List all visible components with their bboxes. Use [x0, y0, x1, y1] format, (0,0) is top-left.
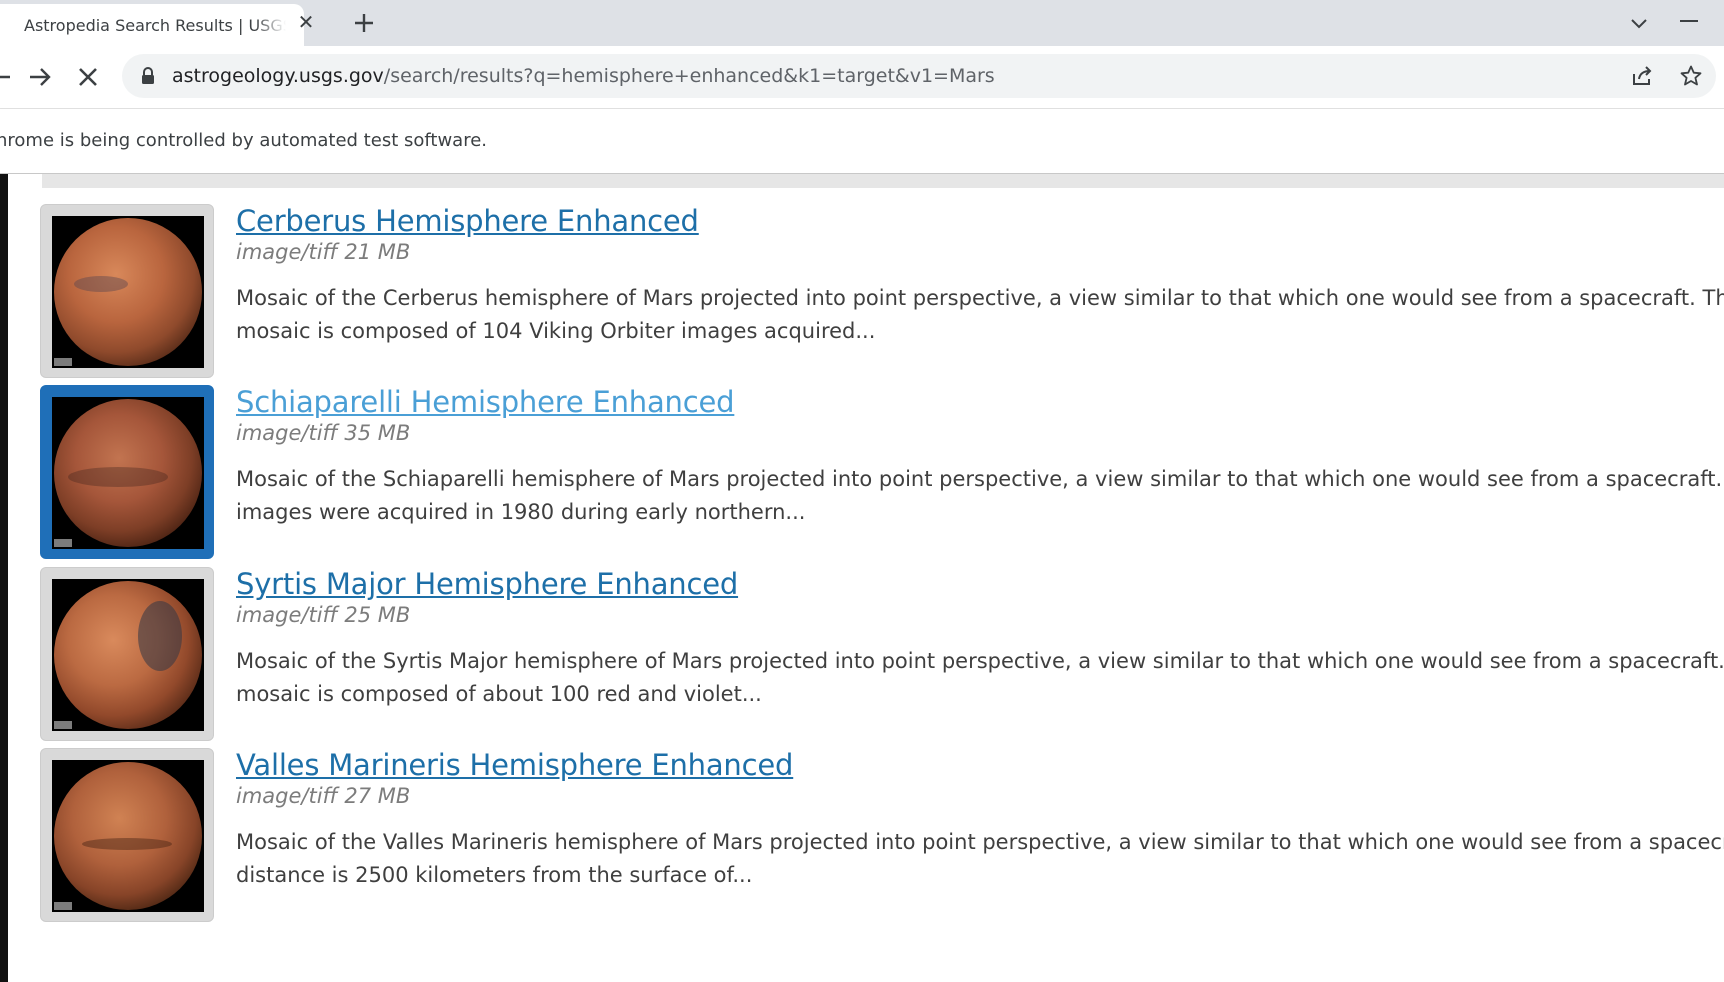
- result-title-link[interactable]: Syrtis Major Hemisphere Enhanced: [236, 567, 738, 601]
- tab-strip: Astropedia Search Results | USGS ✕: [0, 0, 1724, 46]
- mars-hemisphere-image: [52, 760, 204, 912]
- mars-hemisphere-image: [52, 397, 204, 549]
- result-thumbnail[interactable]: [40, 204, 214, 378]
- result-item: Cerberus Hemisphere Enhanced image/tiff …: [40, 204, 1724, 380]
- result-file-meta: image/tiff 27 MB: [236, 784, 411, 808]
- browser-tab-active[interactable]: Astropedia Search Results | USGS: [0, 4, 304, 46]
- search-results-page: Cerberus Hemisphere Enhanced image/tiff …: [0, 174, 1724, 982]
- description-line: mosaic is composed of about 100 red and …: [236, 682, 762, 706]
- tab-search-chevron-down-icon[interactable]: [1628, 12, 1650, 34]
- url-path: /search/results?q=hemisphere+enhanced&k1…: [383, 65, 995, 87]
- result-thumbnail[interactable]: [40, 385, 214, 559]
- window-minimize-icon[interactable]: [1680, 20, 1698, 22]
- browser-toolbar: astrogeology.usgs.gov/search/results?q=h…: [0, 46, 1724, 109]
- stop-loading-x-icon[interactable]: [74, 63, 102, 91]
- mars-hemisphere-image: [52, 216, 204, 368]
- description-line: Mosaic of the Syrtis Major hemisphere of…: [236, 649, 1724, 673]
- result-title-link[interactable]: Valles Marineris Hemisphere Enhanced: [236, 748, 793, 782]
- address-bar[interactable]: astrogeology.usgs.gov/search/results?q=h…: [122, 54, 1716, 98]
- url-domain: astrogeology.usgs.gov: [172, 65, 384, 87]
- result-title-link[interactable]: Cerberus Hemisphere Enhanced: [236, 204, 699, 238]
- back-arrow-icon[interactable]: [0, 63, 14, 91]
- results-header-strip: [42, 174, 1724, 188]
- url-text[interactable]: astrogeology.usgs.gov/search/results?q=h…: [172, 65, 995, 87]
- tab-close-icon[interactable]: ✕: [296, 12, 316, 32]
- result-file-meta: image/tiff 21 MB: [236, 240, 411, 264]
- description-line: Mosaic of the Schiaparelli hemisphere of…: [236, 467, 1724, 491]
- result-thumbnail[interactable]: [40, 567, 214, 741]
- result-file-meta: image/tiff 35 MB: [236, 421, 411, 445]
- result-item: Syrtis Major Hemisphere Enhanced image/t…: [40, 567, 1724, 743]
- tab-title: Astropedia Search Results | USGS: [24, 16, 286, 35]
- result-description: Mosaic of the Schiaparelli hemisphere of…: [236, 463, 1724, 529]
- result-thumbnail[interactable]: [40, 748, 214, 922]
- infobar-message: hrome is being controlled by automated t…: [0, 130, 487, 151]
- new-tab-plus-icon[interactable]: [351, 10, 377, 36]
- result-description: Mosaic of the Valles Marineris hemispher…: [236, 826, 1724, 892]
- description-line: mosaic is composed of 104 Viking Orbiter…: [236, 319, 876, 343]
- result-item: Valles Marineris Hemisphere Enhanced ima…: [40, 748, 1724, 924]
- description-line: Mosaic of the Valles Marineris hemispher…: [236, 830, 1724, 854]
- forward-arrow-icon[interactable]: [26, 63, 54, 91]
- description-line: images were acquired in 1980 during earl…: [236, 500, 806, 524]
- left-border-rule: [0, 174, 8, 982]
- result-file-meta: image/tiff 25 MB: [236, 603, 411, 627]
- automation-infobar: hrome is being controlled by automated t…: [0, 109, 1724, 174]
- bookmark-star-icon[interactable]: [1679, 64, 1703, 88]
- lock-icon[interactable]: [140, 67, 156, 85]
- description-line: distance is 2500 kilometers from the sur…: [236, 863, 753, 887]
- result-title-link[interactable]: Schiaparelli Hemisphere Enhanced: [236, 385, 735, 419]
- result-description: Mosaic of the Syrtis Major hemisphere of…: [236, 645, 1724, 711]
- result-item: Schiaparelli Hemisphere Enhanced image/t…: [40, 385, 1724, 561]
- result-description: Mosaic of the Cerberus hemisphere of Mar…: [236, 282, 1724, 348]
- description-line: Mosaic of the Cerberus hemisphere of Mar…: [236, 286, 1724, 310]
- share-icon[interactable]: [1630, 65, 1654, 87]
- mars-hemisphere-image: [52, 579, 204, 731]
